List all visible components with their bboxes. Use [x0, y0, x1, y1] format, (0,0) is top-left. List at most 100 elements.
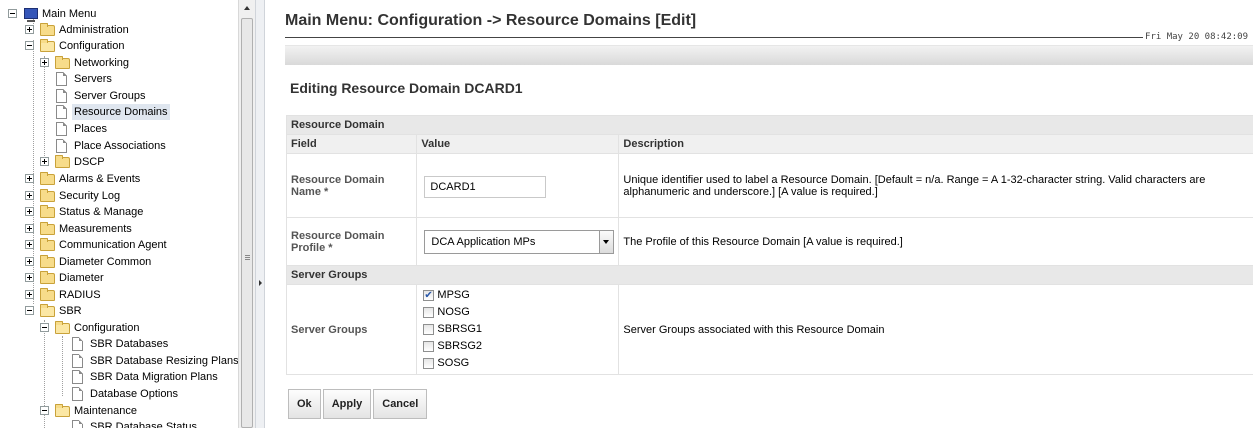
- collapse-icon[interactable]: [25, 306, 34, 315]
- expand-icon[interactable]: [25, 240, 34, 249]
- tree-item-label: Server Groups: [74, 90, 146, 102]
- collapse-icon[interactable]: [8, 9, 17, 18]
- tree-item-label: Resource Domains: [72, 104, 170, 120]
- tree-item-label: Communication Agent: [59, 239, 167, 251]
- expand-icon[interactable]: [25, 191, 34, 200]
- tree-item-diameter-common[interactable]: Diameter Common: [25, 254, 153, 270]
- tree-item-servers[interactable]: Servers: [56, 71, 114, 87]
- open-folder-icon: [40, 304, 55, 317]
- document-icon: [56, 72, 67, 86]
- apply-button[interactable]: Apply: [322, 389, 372, 419]
- checkbox-sbrsg1[interactable]: [423, 324, 435, 335]
- tree-item-label: Main Menu: [42, 8, 97, 20]
- tree-item-maintenance[interactable]: Maintenance: [40, 403, 139, 419]
- checkbox-item-mpsg[interactable]: MPSG: [423, 287, 614, 304]
- tree-item-alarms-events[interactable]: Alarms & Events: [25, 171, 142, 187]
- ok-button[interactable]: Ok: [288, 389, 321, 419]
- expand-icon[interactable]: [25, 207, 34, 216]
- grip-line: [245, 259, 250, 260]
- resource-domain-name-input[interactable]: [424, 175, 547, 198]
- collapse-icon[interactable]: [40, 406, 49, 415]
- collapse-arrow-icon[interactable]: [259, 280, 262, 286]
- tree-item-sbr-database-status[interactable]: SBR Database Status: [72, 419, 199, 428]
- document-icon: [56, 122, 67, 136]
- tree-item-place-associations[interactable]: Place Associations: [56, 138, 168, 154]
- checkbox-label: MPSG: [437, 289, 470, 301]
- expand-icon[interactable]: [25, 257, 34, 266]
- expand-icon[interactable]: [40, 157, 49, 166]
- collapse-icon[interactable]: [40, 323, 49, 332]
- tree-item-configuration[interactable]: Configuration: [25, 38, 126, 54]
- tree-item-label: SBR: [59, 305, 82, 317]
- checkbox-item-nosg[interactable]: NOSG: [423, 304, 614, 321]
- tree-item-status-manage[interactable]: Status & Manage: [25, 204, 145, 220]
- select-value: DCA Application MPs: [431, 235, 536, 248]
- field-label-name: Resource Domain Name *: [285, 153, 418, 218]
- tree-item-security-log[interactable]: Security Log: [25, 188, 122, 204]
- tree-item-sbr-data-migration-plans[interactable]: SBR Data Migration Plans: [72, 369, 220, 385]
- dropdown-arrow-icon[interactable]: [599, 230, 614, 253]
- tree-item-measurements[interactable]: Measurements: [25, 221, 134, 237]
- document-icon: [56, 105, 67, 119]
- tree-item-label: SBR Database Resizing Plans: [90, 355, 238, 367]
- section-title: Resource Domain: [286, 115, 1253, 135]
- expand-icon[interactable]: [40, 58, 49, 67]
- tree-item-sbr[interactable]: SBR: [25, 303, 84, 319]
- tree-scrollbar[interactable]: [238, 0, 255, 428]
- value-cell-name: [416, 153, 620, 218]
- tree-item-label: Alarms & Events: [59, 173, 141, 185]
- tree-guide-line: [44, 56, 45, 166]
- tree-item-diameter[interactable]: Diameter: [25, 270, 106, 286]
- grip-line: [245, 255, 250, 256]
- tree-item-sbr-configuration[interactable]: Configuration: [40, 320, 141, 336]
- checkbox-item-sosg[interactable]: SOSG: [423, 355, 614, 372]
- folder-icon: [40, 205, 55, 218]
- collapse-icon[interactable]: [25, 41, 34, 50]
- checkbox-sbrsg2[interactable]: [423, 341, 435, 352]
- checkbox-label: SBRSG1: [437, 323, 483, 335]
- expand-icon[interactable]: [25, 224, 34, 233]
- tree-item-label: Networking: [74, 57, 130, 69]
- tree-item-resource-domains[interactable]: Resource Domains: [56, 104, 170, 120]
- checkbox-mpsg[interactable]: [423, 288, 435, 303]
- tree-item-server-groups[interactable]: Server Groups: [56, 88, 148, 104]
- expand-icon[interactable]: [25, 290, 34, 299]
- tree-item-sbr-databases[interactable]: SBR Databases: [72, 336, 170, 352]
- resource-domain-profile-select[interactable]: DCA Application MPs: [424, 229, 615, 254]
- tree-item-label: RADIUS: [59, 289, 101, 301]
- cancel-button[interactable]: Cancel: [373, 389, 428, 419]
- tree-item-database-options[interactable]: Database Options: [72, 386, 180, 402]
- expand-icon[interactable]: [25, 25, 34, 34]
- tree-item-dscp[interactable]: DSCP: [40, 154, 107, 170]
- column-header-value: Value: [416, 134, 620, 154]
- tree-item-administration[interactable]: Administration: [25, 22, 131, 38]
- tree-item-networking[interactable]: Networking: [40, 55, 131, 71]
- document-icon: [72, 337, 83, 351]
- expand-icon[interactable]: [25, 273, 34, 282]
- document-icon: [72, 420, 83, 428]
- tree-item-places[interactable]: Places: [56, 121, 109, 137]
- tree-item-sbr-database-resizing-plans[interactable]: SBR Database Resizing Plans: [72, 353, 238, 369]
- checkbox-item-sbrsg1[interactable]: SBRSG1: [423, 321, 614, 338]
- checkbox-item-sbrsg2[interactable]: SBRSG2: [423, 338, 614, 355]
- tree-guide-line: [62, 336, 63, 396]
- folder-icon: [40, 288, 55, 301]
- form-buttons: Ok Apply Cancel: [288, 389, 429, 419]
- tree-item-label: Configuration: [74, 322, 140, 334]
- section-header-server-groups: Server Groups: [286, 265, 1253, 285]
- expand-icon[interactable]: [25, 174, 34, 183]
- resource-domain-form: Resource Domain Field Value Description …: [285, 115, 1253, 375]
- tree-item-communication-agent[interactable]: Communication Agent: [25, 237, 169, 253]
- open-folder-icon: [40, 39, 55, 52]
- panel-splitter[interactable]: [255, 0, 265, 428]
- checkbox-nosg[interactable]: [423, 307, 435, 318]
- tree-item-label: Place Associations: [74, 140, 166, 152]
- tree-item-label: Status & Manage: [59, 206, 144, 218]
- form-heading: Editing Resource Domain DCARD1: [290, 80, 523, 96]
- checkbox-sosg[interactable]: [423, 358, 435, 369]
- tree-item-radius[interactable]: RADIUS: [25, 287, 103, 303]
- scroll-up-arrow-icon[interactable]: [244, 6, 250, 10]
- tree-item-label: Administration: [59, 24, 129, 36]
- scrollbar-thumb[interactable]: [241, 18, 253, 428]
- tree-item-main-menu[interactable]: Main Menu: [8, 6, 98, 22]
